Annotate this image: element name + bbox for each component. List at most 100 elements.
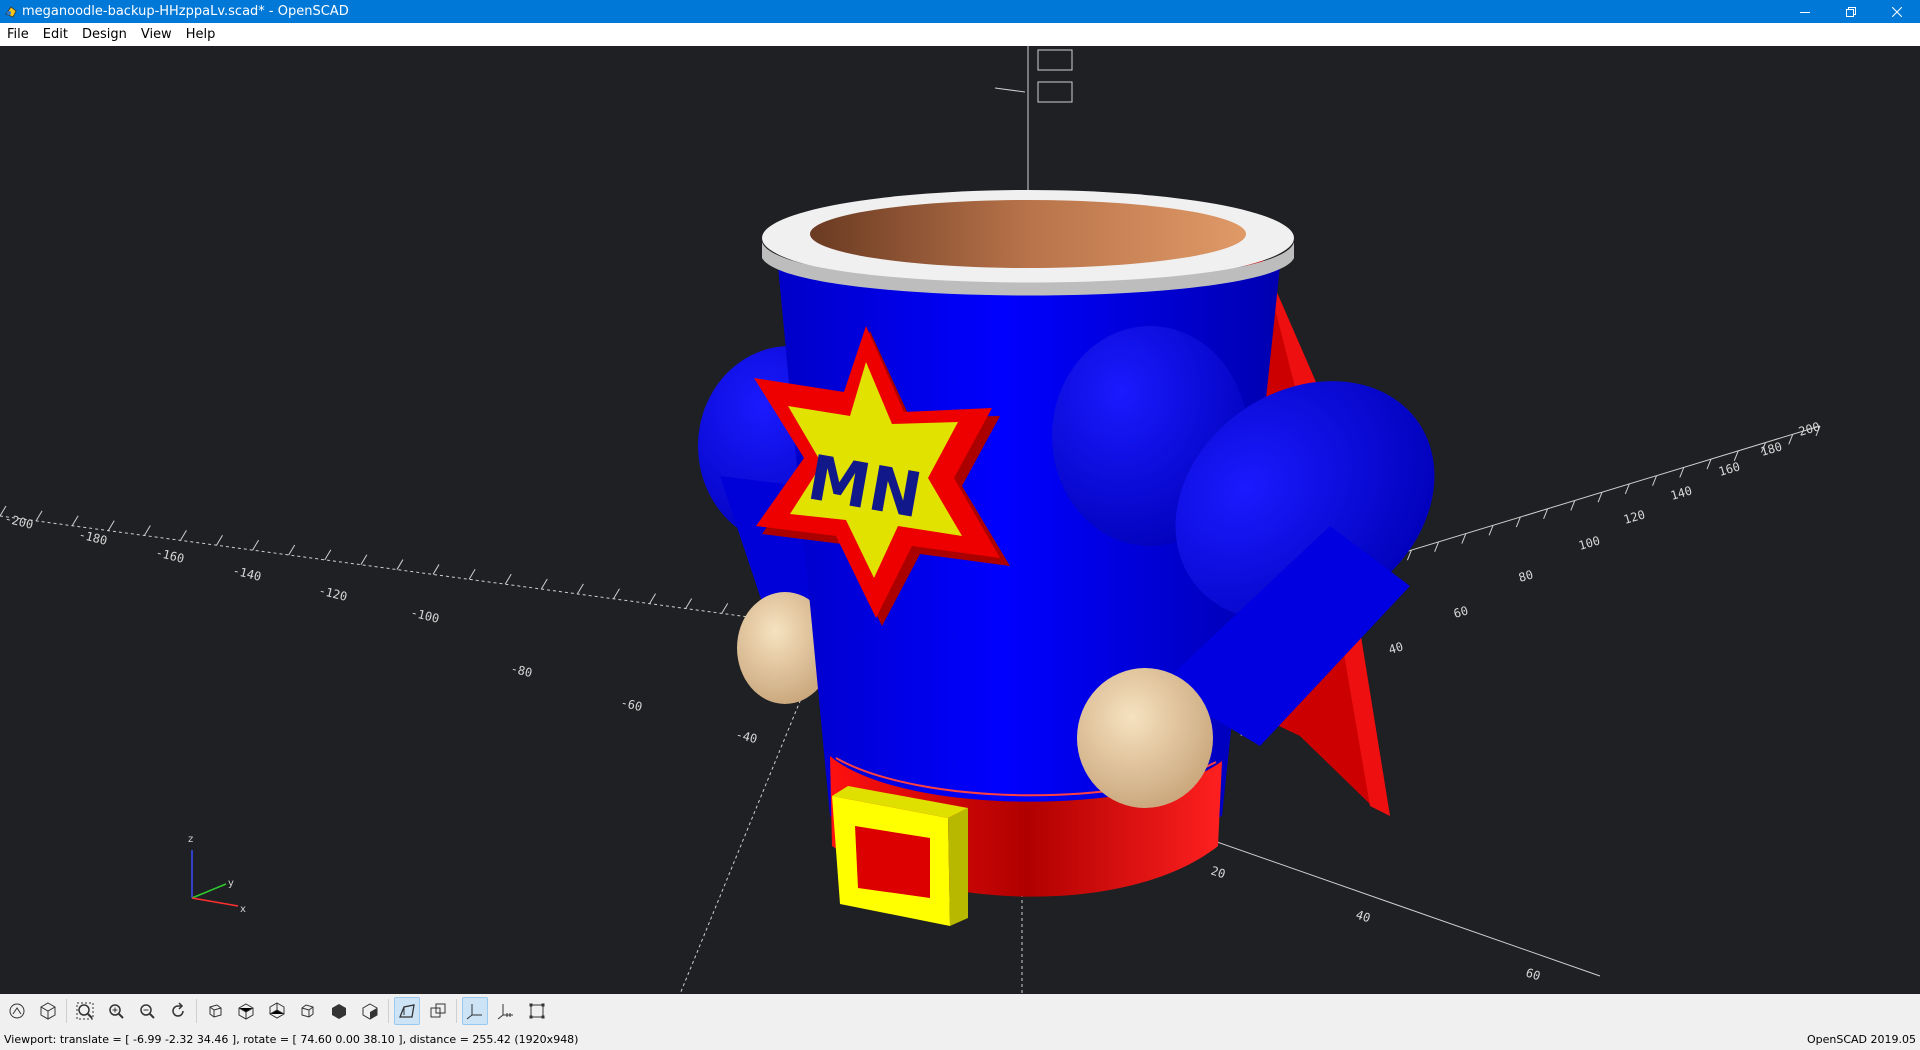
zoom-all-button[interactable] (72, 997, 98, 1025)
axis-label: -200 (3, 511, 34, 532)
axis-label: 60 (1524, 966, 1542, 984)
menu-help[interactable]: Help (179, 23, 223, 46)
right-hand (1077, 668, 1213, 808)
axis-tick (324, 549, 332, 561)
menu-view[interactable]: View (134, 23, 179, 46)
view-front-icon (332, 1004, 346, 1019)
menu-edit[interactable]: Edit (36, 23, 75, 46)
axis-label: 200 (1797, 419, 1822, 438)
status-bar: Viewport: translate = [ -6.99 -2.32 34.4… (0, 1028, 1920, 1050)
gizmo-y-label: y (228, 878, 234, 889)
openscad-logo-icon (0, 0, 22, 23)
view-left-button[interactable] (295, 997, 321, 1025)
zoom-out-icon (140, 1004, 155, 1019)
axis-label: 160 (1717, 459, 1742, 478)
menu-file[interactable]: File (0, 23, 36, 46)
show-scale-markers-icon (497, 1004, 513, 1020)
axis-label: 180 (1759, 439, 1784, 458)
menu-design[interactable]: Design (75, 23, 134, 46)
reset-view-icon (172, 1002, 184, 1017)
axis-label: 20 (1209, 864, 1227, 882)
belt-buckle (832, 786, 968, 926)
axis-label: 40 (1354, 908, 1372, 926)
axis-tick (396, 559, 404, 570)
show-axes-icon (466, 1004, 482, 1020)
axis-tick (107, 520, 115, 531)
viewport-status: Viewport: translate = [ -6.99 -2.32 34.4… (4, 1032, 579, 1046)
minimize-icon (1800, 11, 1810, 13)
axis-tick (432, 564, 440, 575)
axis-tick (576, 583, 584, 595)
axis-label: 120 (1622, 507, 1647, 526)
reset-view-button[interactable] (165, 997, 191, 1025)
axis-label: -60 (619, 695, 643, 714)
version-label: OpenSCAD 2019.05 (1806, 1032, 1916, 1046)
view-top-icon (238, 1003, 254, 1020)
axis-tick (504, 573, 512, 585)
axis-label: -120 (317, 583, 348, 604)
render-icon (40, 1002, 56, 1020)
axis-tick (71, 515, 79, 526)
restore-button[interactable] (1828, 0, 1874, 23)
axis-label: -160 (154, 545, 185, 566)
close-icon (1892, 6, 1902, 17)
preview-button[interactable] (4, 997, 30, 1025)
minimize-button[interactable] (1782, 0, 1828, 23)
axis-tick (613, 588, 620, 600)
axis-tick (540, 578, 548, 590)
axis-tick (685, 598, 693, 609)
axis-label: -80 (509, 661, 533, 680)
axis-label: -40 (734, 727, 758, 746)
axis-label: 100 (1577, 533, 1602, 552)
show-edges-icon (529, 1003, 545, 1019)
axis-tick (216, 534, 223, 546)
axis-tick (143, 525, 151, 536)
show-axes-button[interactable] (462, 997, 488, 1025)
axis-gizmo: z y x (188, 834, 246, 915)
view-bottom-button[interactable] (264, 997, 290, 1025)
toolbar-separator (66, 999, 67, 1023)
axis-label: 40 (1387, 639, 1405, 656)
perspective-button[interactable] (394, 997, 420, 1025)
view-right-icon (209, 1004, 222, 1018)
mug-interior (810, 200, 1246, 268)
toolbar-separator (388, 999, 389, 1023)
axis-tick (288, 544, 296, 556)
axis-label: -140 (231, 563, 262, 584)
axis-tick (468, 569, 476, 580)
axis-label: -100 (409, 605, 440, 626)
zoom-all-icon (76, 1002, 94, 1020)
zoom-in-button[interactable] (103, 997, 129, 1025)
view-back-button[interactable] (357, 997, 383, 1025)
show-edges-button[interactable] (524, 997, 550, 1025)
toolbar-separator (456, 999, 457, 1023)
close-button[interactable] (1874, 0, 1920, 23)
zoom-out-button[interactable] (134, 997, 160, 1025)
view-right-button[interactable] (202, 997, 228, 1025)
view-bottom-icon (269, 1002, 285, 1019)
axis-tick (35, 510, 43, 522)
mug-rim (762, 190, 1294, 296)
axis-tick (649, 593, 656, 604)
render-button[interactable] (35, 997, 61, 1025)
zoom-in-icon (109, 1004, 124, 1019)
title-bar: meganoodle-backup-HHzppaLv.scad* - OpenS… (0, 0, 1920, 23)
preview-icon (9, 1003, 25, 1019)
axis-tick (721, 603, 729, 614)
view-top-button[interactable] (233, 997, 259, 1025)
orthogonal-button[interactable] (425, 997, 451, 1025)
perspective-icon (399, 1004, 415, 1018)
axis-tick (360, 554, 368, 565)
orthogonal-icon (430, 1003, 446, 1018)
toolbar-separator (196, 999, 197, 1023)
3d-viewport[interactable]: -200 -180 -160 -140 -120 -100 -80 -60 -4… (0, 46, 1920, 994)
window-title: meganoodle-backup-HHzppaLv.scad* - OpenS… (22, 4, 349, 19)
view-left-icon (301, 1004, 314, 1018)
axis-label: 80 (1517, 567, 1535, 584)
view-front-button[interactable] (326, 997, 352, 1025)
axis-tick (180, 530, 187, 541)
gizmo-z-label: z (188, 834, 193, 845)
view-toolbar (0, 994, 1920, 1028)
show-scale-markers-button[interactable] (493, 997, 519, 1025)
view-back-icon (362, 1003, 378, 1020)
